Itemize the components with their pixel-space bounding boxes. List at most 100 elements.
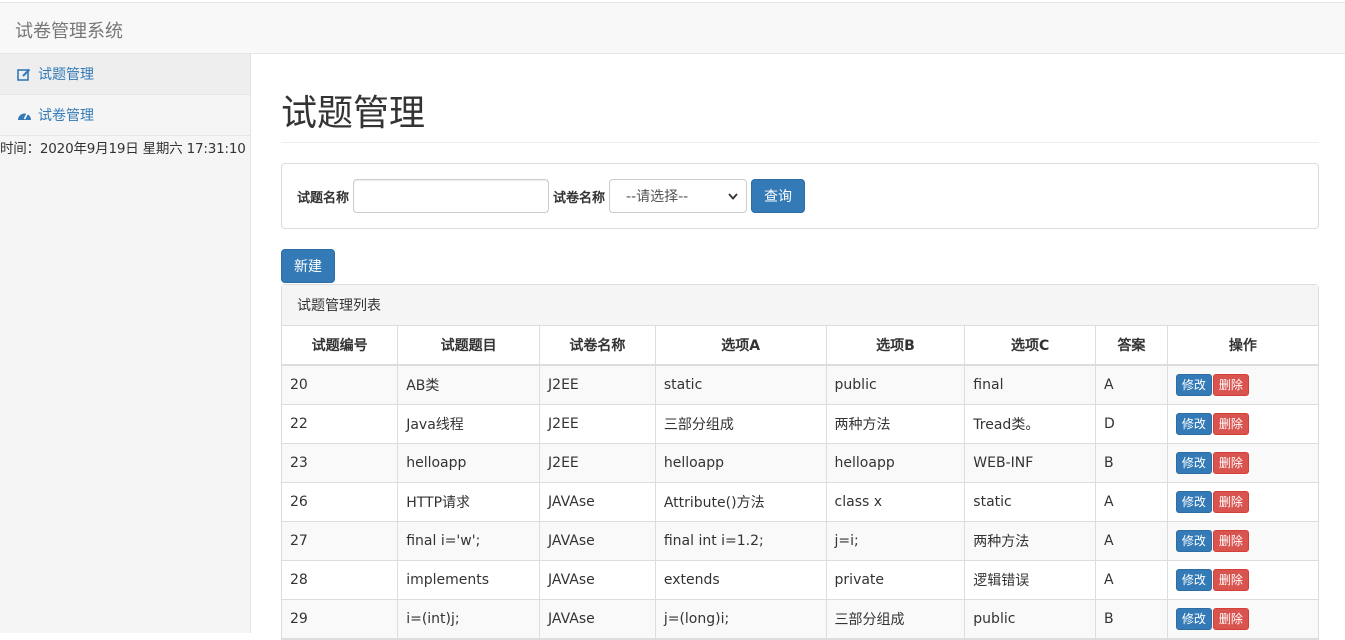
delete-button[interactable]: 删除 bbox=[1212, 568, 1249, 591]
table-cell: Java线程 bbox=[397, 403, 541, 444]
main-content: 试题管理 试题名称 试卷名称 --请选择-- 查询 新建 试题管理列表 试题编号… bbox=[281, 54, 1319, 640]
search-panel: 试题名称 试卷名称 --请选择-- 查询 bbox=[281, 163, 1319, 229]
table-cell: A bbox=[1095, 559, 1168, 600]
table-cell: public bbox=[964, 598, 1097, 639]
table-cell: 28 bbox=[282, 559, 399, 600]
edit-icon bbox=[17, 67, 33, 81]
table-row: 22 Java线程 J2EE 三部分组成 两种方法 Tread类。 D 修改 删除 bbox=[282, 403, 1318, 444]
table-row: 23 helloapp J2EE helloapp helloapp WEB-INF B 修改… bbox=[282, 442, 1318, 483]
table-cell: D bbox=[1095, 403, 1168, 444]
edit-button[interactable]: 修改 bbox=[1175, 490, 1212, 513]
table-cell: A bbox=[1095, 364, 1168, 405]
table-cell: 22 bbox=[282, 403, 399, 444]
table-cell: WEB-INF bbox=[964, 442, 1097, 483]
paper-select[interactable]: --请选择-- bbox=[609, 179, 748, 213]
table-row: 27 final i='w'; JAVAse final int i=1.2; j=i;… bbox=[282, 520, 1318, 561]
paper-select-value: --请选择-- bbox=[626, 189, 689, 205]
column-header: 操作 bbox=[1166, 326, 1318, 366]
question-table: 试题编号 试题题目 试卷名称 选项A 选项B 选项C 答案 操作 20 AB类 J2… bbox=[282, 326, 1318, 639]
row-actions: 修改 删除 bbox=[1166, 520, 1318, 561]
edit-button[interactable]: 修改 bbox=[1175, 451, 1212, 474]
row-actions: 修改 删除 bbox=[1166, 442, 1318, 483]
row-actions: 修改 删除 bbox=[1166, 598, 1318, 639]
delete-button[interactable]: 删除 bbox=[1212, 490, 1249, 513]
table-cell: 逻辑错误 bbox=[964, 559, 1097, 600]
table-header-row: 试题编号 试题题目 试卷名称 选项A 选项B 选项C 答案 操作 bbox=[282, 326, 1318, 366]
table-cell: extends bbox=[654, 559, 827, 600]
table-cell: final i='w'; bbox=[397, 520, 541, 561]
edit-button[interactable]: 修改 bbox=[1175, 529, 1212, 552]
table-cell: 三部分组成 bbox=[825, 598, 966, 639]
edit-button[interactable]: 修改 bbox=[1175, 412, 1212, 435]
table-row: 28 implements JAVAse extends private 逻辑错误 A 修改删… bbox=[282, 559, 1318, 600]
table-cell: final bbox=[964, 364, 1097, 405]
table-cell: JAVAse bbox=[539, 520, 656, 561]
question-name-label: 试题名称 bbox=[297, 190, 350, 206]
app-brand[interactable]: 试卷管理系统 bbox=[15, 17, 123, 43]
title-divider bbox=[281, 142, 1319, 143]
row-actions: 修改 删除 bbox=[1166, 364, 1318, 405]
table-cell: JAVAse bbox=[539, 598, 656, 639]
table-cell: static bbox=[654, 364, 827, 405]
column-header: 试题题目 bbox=[397, 326, 541, 366]
table-cell: JAVAse bbox=[539, 481, 656, 522]
table-cell: 27 bbox=[282, 520, 399, 561]
panel-heading: 试题管理列表 bbox=[282, 285, 1318, 326]
chevron-down-icon bbox=[728, 188, 738, 204]
delete-button[interactable]: 删除 bbox=[1212, 373, 1249, 396]
table-cell: J2EE bbox=[539, 403, 656, 444]
column-header: 试题编号 bbox=[282, 326, 399, 366]
column-header: 选项B bbox=[825, 326, 966, 366]
table-cell: public bbox=[825, 364, 966, 405]
delete-button[interactable]: 删除 bbox=[1212, 451, 1249, 474]
sidebar-item-label: 试卷管理 bbox=[38, 108, 94, 124]
table-row: 20 AB类 J2EE static public final A 修改 删除 bbox=[282, 364, 1318, 405]
table-cell: A bbox=[1095, 481, 1168, 522]
column-header: 试卷名称 bbox=[539, 326, 656, 366]
query-button[interactable]: 查询 bbox=[751, 179, 806, 213]
top-navbar: 试卷管理系统 bbox=[0, 2, 1345, 54]
table-cell: final int i=1.2; bbox=[654, 520, 827, 561]
edit-button[interactable]: 修改 bbox=[1175, 568, 1212, 591]
table-cell: j=i; bbox=[825, 520, 966, 561]
new-question-button[interactable]: 新建 bbox=[281, 249, 335, 283]
table-cell: Attribute()方法 bbox=[654, 481, 827, 522]
table-cell: AB类 bbox=[397, 364, 541, 405]
table-cell: i=(int)j; bbox=[397, 598, 541, 639]
paper-name-label: 试卷名称 bbox=[553, 190, 606, 206]
edit-button[interactable]: 修改 bbox=[1175, 607, 1212, 630]
delete-button[interactable]: 删除 bbox=[1212, 529, 1249, 552]
sidebar-item-questions[interactable]: 试题管理 bbox=[0, 54, 250, 95]
edit-button[interactable]: 修改 bbox=[1175, 373, 1212, 396]
table-cell: 26 bbox=[282, 481, 399, 522]
delete-button[interactable]: 删除 bbox=[1212, 607, 1249, 630]
table-cell: 三部分组成 bbox=[654, 403, 827, 444]
question-list-panel: 试题管理列表 试题编号 试题题目 试卷名称 选项A 选项B 选项C 答案 操作 … bbox=[281, 284, 1319, 640]
table-row: 29 i=(int)j; JAVAse j=(long)i; 三部分组成 public B 修… bbox=[282, 598, 1318, 639]
question-name-input[interactable] bbox=[353, 179, 550, 213]
table-cell: HTTP请求 bbox=[397, 481, 541, 522]
table-cell: 29 bbox=[282, 598, 399, 639]
table-cell: A bbox=[1095, 520, 1168, 561]
table-cell: 20 bbox=[282, 364, 399, 405]
row-actions: 修改 删除 bbox=[1166, 481, 1318, 522]
clock-display: 时间：2020年9月19日 星期六 17:31:10 bbox=[0, 141, 246, 157]
table-cell: j=(long)i; bbox=[654, 598, 827, 639]
table-row: 26 HTTP请求 JAVAse Attribute()方法 class x static… bbox=[282, 481, 1318, 522]
table-cell: B bbox=[1095, 442, 1168, 483]
dashboard-icon bbox=[17, 108, 33, 122]
table-cell: J2EE bbox=[539, 364, 656, 405]
table-cell: private bbox=[825, 559, 966, 600]
table-cell: helloapp bbox=[654, 442, 827, 483]
table-cell: helloapp bbox=[825, 442, 966, 483]
column-header: 选项C bbox=[964, 326, 1097, 366]
table-cell: 两种方法 bbox=[825, 403, 966, 444]
table-cell: 23 bbox=[282, 442, 399, 483]
sidebar-item-papers[interactable]: 试卷管理 bbox=[0, 95, 250, 136]
row-actions: 修改 删除 bbox=[1166, 403, 1318, 444]
table-cell: class x bbox=[825, 481, 966, 522]
table-cell: Tread类。 bbox=[964, 403, 1097, 444]
table-cell: implements bbox=[397, 559, 541, 600]
delete-button[interactable]: 删除 bbox=[1212, 412, 1249, 435]
table-cell: JAVAse bbox=[539, 559, 656, 600]
